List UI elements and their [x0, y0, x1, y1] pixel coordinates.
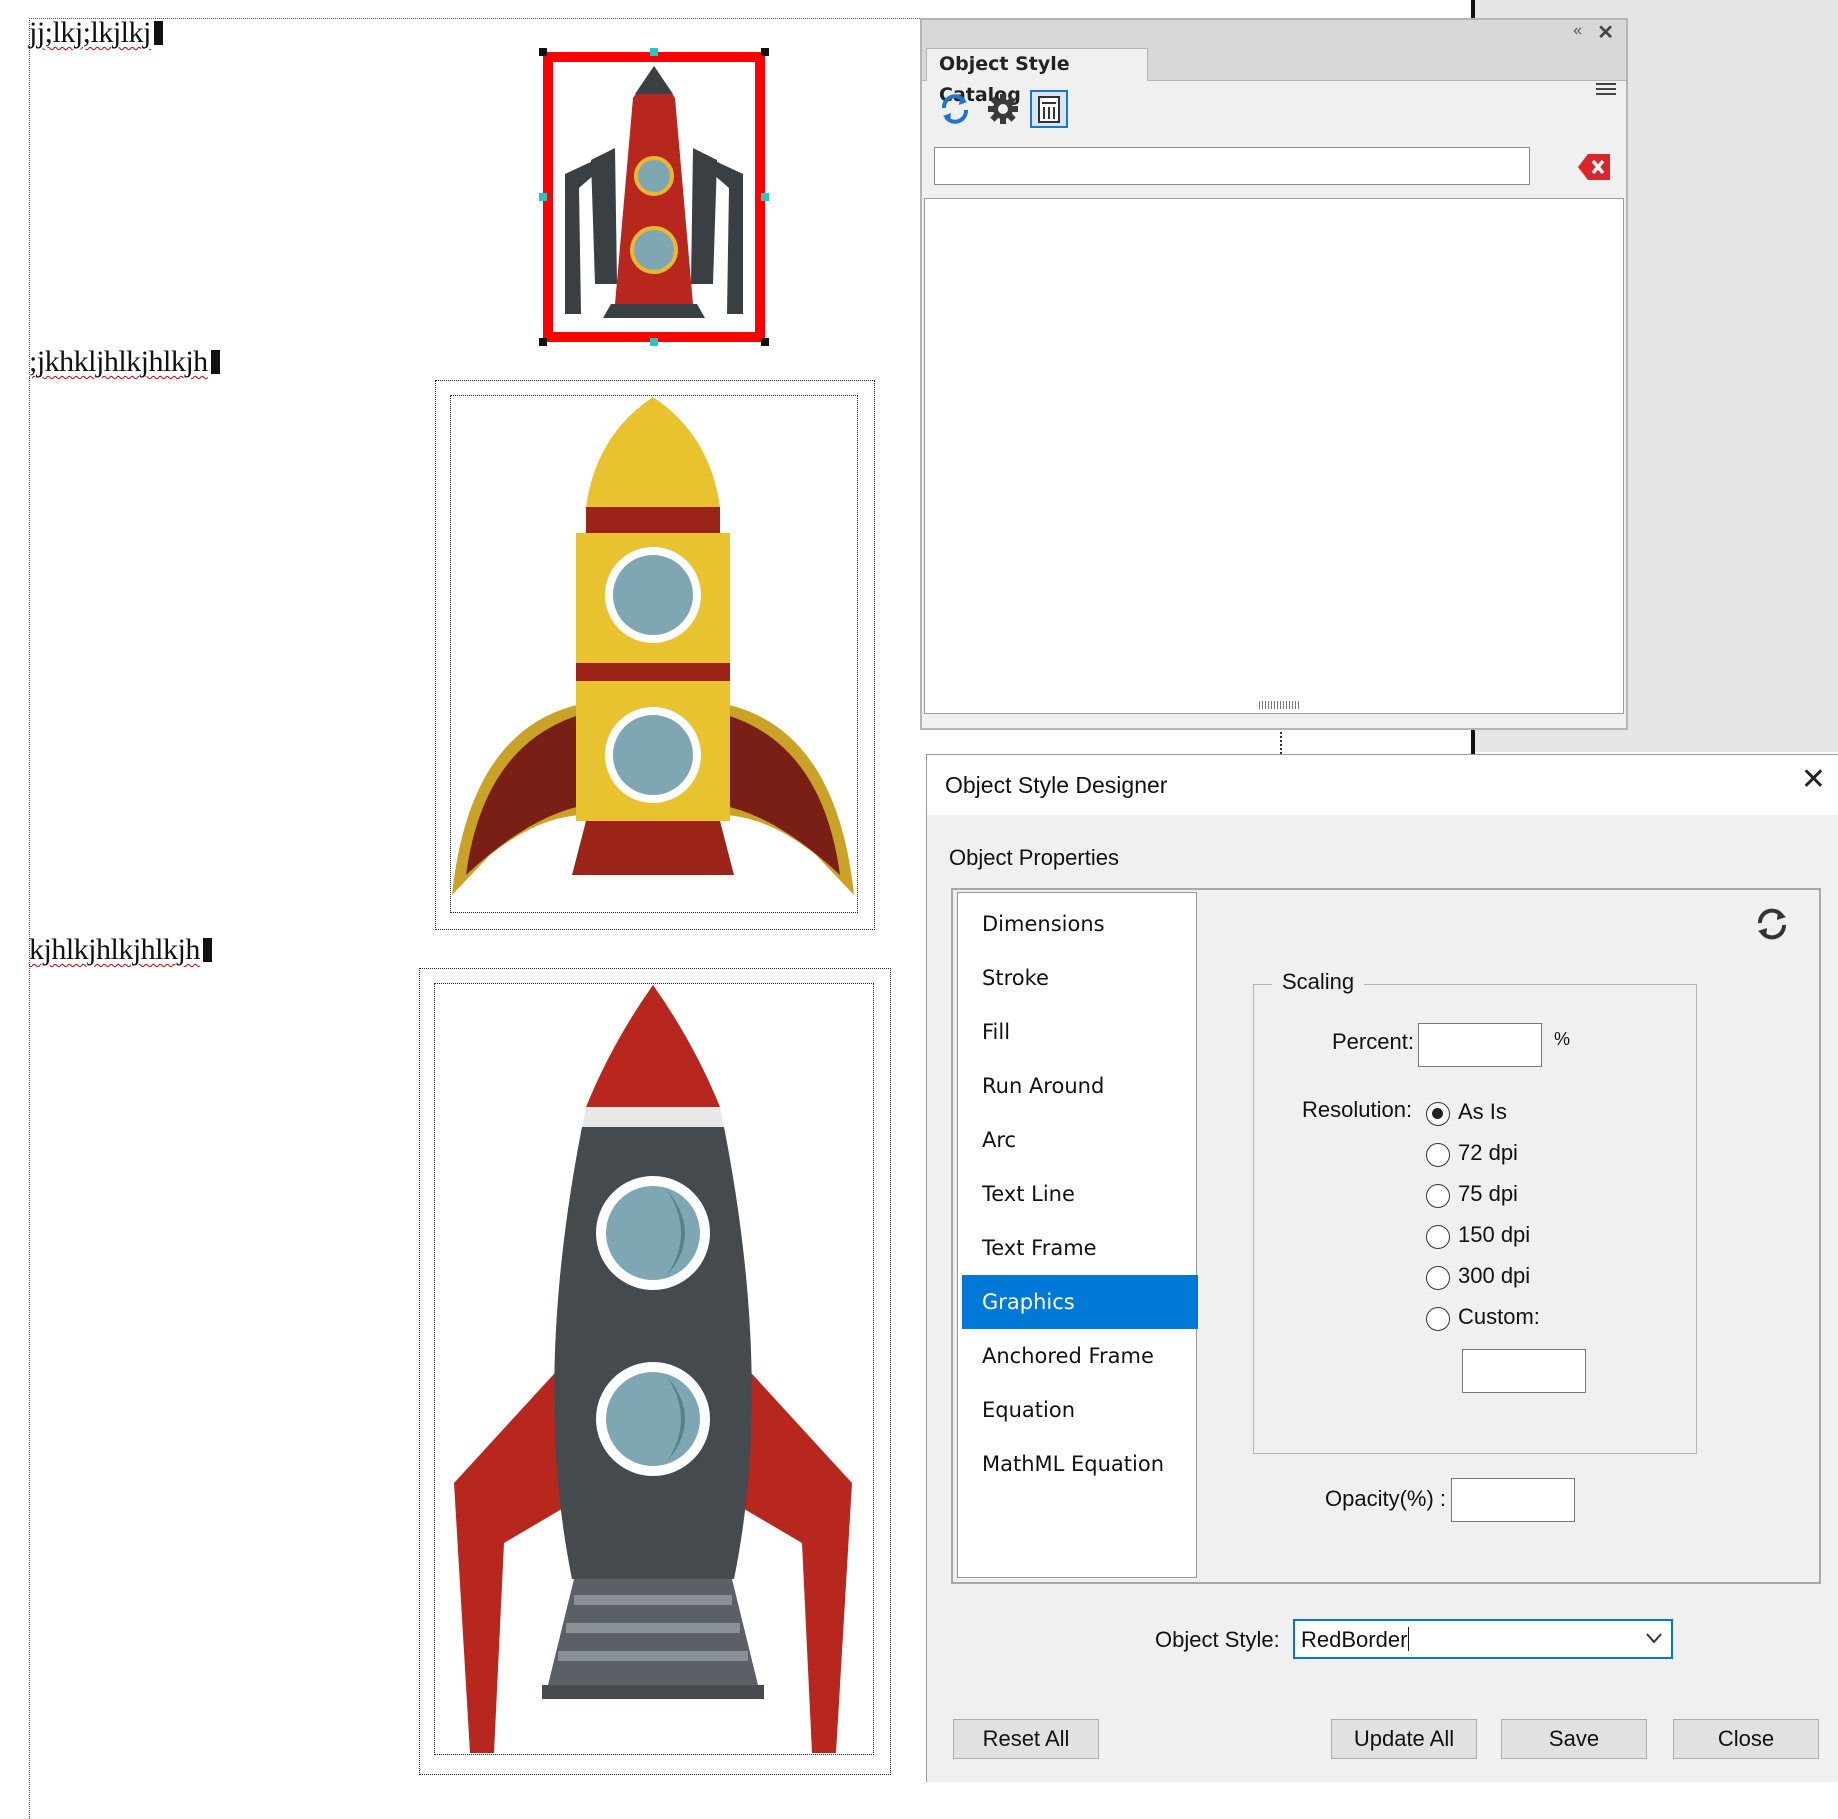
nav-item-anchored-frame[interactable]: Anchored Frame [962, 1329, 1198, 1383]
property-category-list[interactable]: Dimensions Stroke Fill Run Around Arc Te… [957, 892, 1198, 1578]
anchor-marker-icon [210, 350, 220, 374]
save-button[interactable]: Save [1501, 1719, 1647, 1759]
anchored-frame-rocket-yellow[interactable] [435, 380, 875, 930]
catalog-search-input[interactable] [934, 147, 1530, 185]
chevron-down-icon[interactable] [1645, 1629, 1663, 1647]
nav-item-mathml-equation[interactable]: MathML Equation [962, 1437, 1198, 1491]
close-icon[interactable]: ✕ [1801, 765, 1826, 795]
object-style-text: RedBorder [1301, 1627, 1408, 1652]
anchored-frame-rocket-gray[interactable] [419, 968, 891, 1775]
radio-button[interactable] [1426, 1225, 1450, 1249]
collapse-icon[interactable]: « [1573, 22, 1582, 40]
rocket-yellow-image [452, 397, 854, 895]
object-properties-group: Dimensions Stroke Fill Run Around Arc Te… [951, 888, 1821, 1584]
scaling-group: Scaling Percent: % Resolution: As Is 72 … [1253, 969, 1697, 1454]
anchor-marker-icon [153, 21, 163, 45]
selection-handle[interactable] [539, 48, 547, 56]
selection-handle[interactable] [539, 193, 547, 201]
doc-line-1-text: jj;lkj;lkjlkj [29, 16, 151, 49]
tab-object-style-catalog[interactable]: Object Style Catalog [926, 48, 1148, 106]
panel-menu-icon[interactable] [1596, 80, 1616, 98]
radio-button[interactable] [1426, 1184, 1450, 1208]
nav-item-text-frame[interactable]: Text Frame [962, 1221, 1198, 1275]
nav-item-dimensions[interactable]: Dimensions [962, 897, 1198, 951]
panel-title-bar[interactable]: « ✕ [922, 20, 1626, 46]
selection-handle[interactable] [761, 193, 769, 201]
graphics-properties-panel: Scaling Percent: % Resolution: As Is 72 … [1203, 892, 1817, 1578]
nav-item-run-around[interactable]: Run Around [962, 1059, 1198, 1113]
dialog-title: Object Style Designer [945, 772, 1168, 798]
text-caret [1408, 1627, 1410, 1651]
doc-line-3[interactable]: kjhlkjhlkjhlkjh [29, 933, 212, 967]
radio-label: Custom: [1458, 1304, 1540, 1329]
selection-handle[interactable] [761, 48, 769, 56]
selection-handle[interactable] [761, 338, 769, 346]
percent-label: Percent: [1332, 1029, 1414, 1054]
dialog-title-bar[interactable]: Object Style Designer ✕ [927, 755, 1838, 815]
reset-all-button[interactable]: Reset All [953, 1719, 1099, 1759]
delete-styles-button[interactable] [1030, 90, 1068, 128]
rocket-red-image [565, 66, 743, 318]
resolution-label: Resolution: [1302, 1097, 1413, 1122]
radio-label: 72 dpi [1458, 1140, 1518, 1165]
percent-input[interactable] [1418, 1023, 1542, 1067]
radio-button[interactable] [1426, 1102, 1450, 1126]
anchor-marker-icon [202, 938, 212, 962]
gear-icon [988, 94, 1018, 124]
object-style-label: Object Style: [1155, 1627, 1280, 1652]
page-edge-line [1471, 0, 1475, 18]
clear-search-button[interactable] [1576, 152, 1612, 182]
doc-line-1[interactable]: jj;lkj;lkjlkj [29, 16, 163, 50]
selection-handle[interactable] [650, 338, 658, 346]
refresh-button[interactable] [936, 90, 974, 128]
radio-label: 300 dpi [1458, 1263, 1531, 1288]
radio-label: 75 dpi [1458, 1181, 1518, 1206]
nav-item-equation[interactable]: Equation [962, 1383, 1198, 1437]
graphic-frame-rocket-red[interactable] [539, 48, 769, 346]
style-list[interactable] [924, 198, 1624, 714]
object-style-designer-dialog: Object Style Designer ✕ Object Propertie… [926, 754, 1838, 1782]
nav-item-text-line[interactable]: Text Line [962, 1167, 1198, 1221]
percent-unit: % [1554, 1029, 1571, 1049]
close-icon[interactable]: ✕ [1597, 20, 1614, 45]
object-properties-label: Object Properties [949, 845, 1119, 870]
object-style-value[interactable]: RedBorder [1301, 1627, 1410, 1653]
object-style-combobox[interactable]: RedBorder [1293, 1619, 1673, 1659]
settings-button[interactable] [984, 90, 1022, 128]
nav-item-fill[interactable]: Fill [962, 1005, 1198, 1059]
update-all-button[interactable]: Update All [1331, 1719, 1477, 1759]
selection-handle[interactable] [650, 48, 658, 56]
nav-item-graphics[interactable]: Graphics [962, 1275, 1198, 1329]
selection-handle[interactable] [539, 338, 547, 346]
doc-line-3-text: kjhlkjhlkjhlkjh [29, 933, 200, 966]
radio-button[interactable] [1426, 1307, 1450, 1331]
clear-search-icon [1578, 154, 1610, 180]
rocket-gray-image [454, 985, 852, 1753]
panel-tab-row: Object Style Catalog [922, 46, 1626, 106]
radio-button[interactable] [1426, 1143, 1450, 1167]
delete-list-icon [1038, 96, 1060, 123]
resize-grip-icon[interactable] [1259, 701, 1299, 709]
page-edge-line [1471, 730, 1475, 754]
splitter-dots [1280, 732, 1282, 754]
custom-resolution-input[interactable] [1462, 1349, 1586, 1393]
nav-item-stroke[interactable]: Stroke [962, 951, 1198, 1005]
opacity-label: Opacity(%) : [1325, 1486, 1447, 1511]
refresh-icon [1757, 908, 1787, 940]
doc-line-2-text: ;jkhkljhlkjhlkjh [29, 345, 208, 378]
close-button[interactable]: Close [1673, 1719, 1819, 1759]
refresh-icon [942, 94, 968, 124]
radio-label: 150 dpi [1458, 1222, 1531, 1247]
scaling-legend: Scaling [1272, 969, 1365, 995]
doc-line-2[interactable]: ;jkhkljhlkjhlkjh [29, 345, 220, 379]
radio-label: As Is [1458, 1099, 1507, 1124]
refresh-button[interactable] [1752, 904, 1792, 944]
object-style-catalog-panel: « ✕ Object Style Catalog [920, 18, 1628, 730]
nav-item-arc[interactable]: Arc [962, 1113, 1198, 1167]
radio-button[interactable] [1426, 1266, 1450, 1290]
opacity-input[interactable] [1451, 1478, 1575, 1522]
